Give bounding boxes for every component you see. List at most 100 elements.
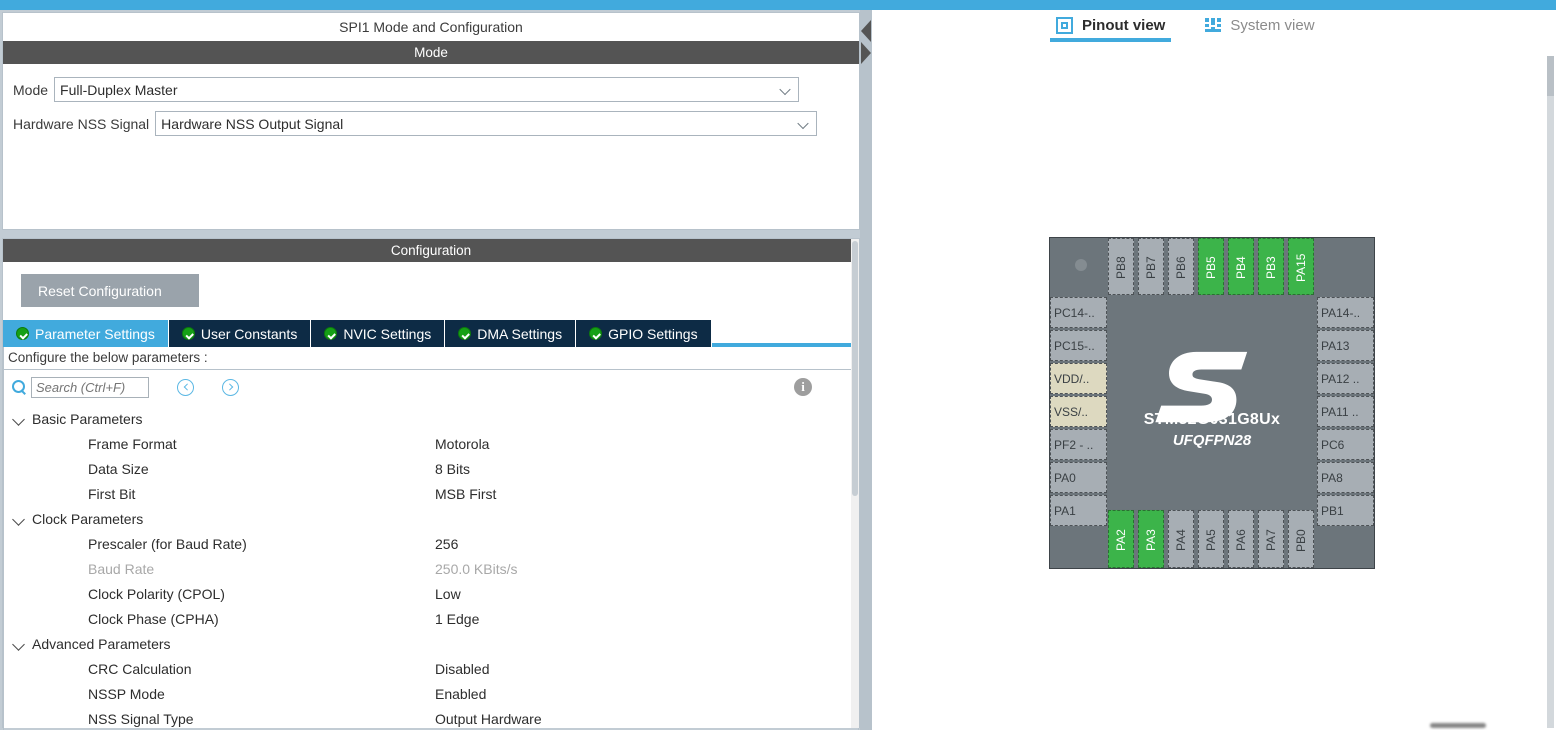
- tab-system-view[interactable]: System view: [1199, 13, 1320, 42]
- pin-pa2[interactable]: PA2: [1108, 510, 1134, 568]
- table-row: Baud Rate 250.0 KBits/s: [4, 556, 858, 581]
- check-circle-icon: [16, 327, 29, 340]
- table-row[interactable]: First Bit MSB First: [4, 481, 858, 506]
- parameter-name: First Bit: [88, 485, 136, 502]
- pin-pa11[interactable]: PA11 ..: [1317, 396, 1374, 427]
- pin-pc15[interactable]: PC15-..: [1050, 330, 1107, 361]
- parameter-list: Basic Parameters Frame Format Motorola D…: [3, 404, 859, 730]
- configuration-card: Configuration Reset Configuration Parame…: [2, 238, 860, 730]
- check-circle-icon: [181, 327, 195, 340]
- table-row[interactable]: Data Size 8 Bits: [4, 456, 858, 481]
- parameter-name: Prescaler (for Baud Rate): [88, 535, 247, 552]
- app-root: SPI1 Mode and Configuration Mode Mode Fu…: [0, 0, 1556, 730]
- tab-label: Parameter Settings: [35, 325, 155, 342]
- parameter-value: Disabled: [435, 660, 490, 677]
- parameter-search-row: i: [3, 370, 859, 404]
- parameter-value: Motorola: [435, 435, 490, 452]
- group-advanced-parameters[interactable]: Advanced Parameters: [4, 631, 858, 656]
- pin-pb8[interactable]: PB8: [1108, 238, 1134, 295]
- tab-label: NVIC Settings: [343, 325, 432, 342]
- pin1-dimple-icon: [1075, 259, 1087, 271]
- search-next-button[interactable]: [222, 378, 239, 396]
- table-row[interactable]: Prescaler (for Baud Rate) 256: [4, 531, 858, 556]
- pin-pb4[interactable]: PB4: [1228, 238, 1254, 295]
- tab-user-constants[interactable]: User Constants: [168, 320, 312, 347]
- parameter-value: MSB First: [435, 485, 497, 502]
- chevron-down-icon: [12, 412, 26, 426]
- tab-dma-settings[interactable]: DMA Settings: [445, 320, 577, 347]
- pin-pf2[interactable]: PF2 - ..: [1050, 429, 1107, 460]
- scrollbar-thumb[interactable]: [852, 241, 858, 496]
- mcu-package-diagram[interactable]: STM32G031G8Ux UFQFPN28 PB8 PB7 PB6 PB5 P…: [1049, 237, 1375, 569]
- tab-label: DMA Settings: [477, 325, 563, 342]
- table-row[interactable]: NSSP Mode Enabled: [4, 681, 858, 706]
- mcu-part-number: STM32G031G8Ux: [1143, 411, 1281, 428]
- left-panel-scrollbar[interactable]: [851, 239, 859, 728]
- tab-label: GPIO Settings: [608, 325, 698, 342]
- group-basic-parameters[interactable]: Basic Parameters: [4, 406, 858, 431]
- pin-pc14[interactable]: PC14-..: [1050, 297, 1107, 328]
- table-row[interactable]: NSS Signal Type Output Hardware: [4, 706, 858, 730]
- pin-vss[interactable]: VSS/..: [1050, 396, 1107, 427]
- pin-pa13[interactable]: PA13: [1317, 330, 1374, 361]
- table-row[interactable]: Clock Phase (CPHA) 1 Edge: [4, 606, 858, 631]
- pin-pb5[interactable]: PB5: [1198, 238, 1224, 295]
- tab-label: Pinout view: [1082, 17, 1166, 34]
- pin-pa7[interactable]: PA7: [1258, 510, 1284, 568]
- pin-vdd[interactable]: VDD/..: [1050, 363, 1107, 394]
- configure-hint: Configure the below parameters :: [3, 347, 859, 370]
- pin-pb6[interactable]: PB6: [1168, 238, 1194, 295]
- pin-pb1[interactable]: PB1: [1317, 495, 1374, 526]
- pin-pa15[interactable]: PA15: [1288, 238, 1314, 295]
- pin-pa5[interactable]: PA5: [1198, 510, 1224, 568]
- triangle-left-icon[interactable]: [861, 20, 871, 42]
- scrollbar-thumb[interactable]: [1547, 56, 1554, 96]
- triangle-right-icon[interactable]: [861, 42, 871, 64]
- info-icon[interactable]: i: [794, 378, 812, 396]
- pin-pb7[interactable]: PB7: [1138, 238, 1164, 295]
- check-circle-icon: [324, 327, 338, 340]
- pin-pa8[interactable]: PA8: [1317, 462, 1374, 493]
- search-input[interactable]: [31, 376, 149, 398]
- group-label: Clock Parameters: [32, 510, 144, 527]
- tab-nvic-settings[interactable]: NVIC Settings: [311, 320, 446, 347]
- reset-configuration-button[interactable]: Reset Configuration: [21, 274, 199, 307]
- group-clock-parameters[interactable]: Clock Parameters: [4, 506, 858, 531]
- pinout-panel: Pinout view System view STM32G031G8Ux UF…: [872, 10, 1556, 730]
- parameter-name: NSS Signal Type: [88, 710, 194, 727]
- pin-pa3[interactable]: PA3: [1138, 510, 1164, 568]
- tab-pinout-view[interactable]: Pinout view: [1050, 13, 1172, 42]
- pin-pa4[interactable]: PA4: [1168, 510, 1194, 568]
- pin-pa1[interactable]: PA1: [1050, 495, 1107, 526]
- mode-select[interactable]: Full-Duplex Master: [54, 77, 800, 102]
- hardware-nss-signal-select[interactable]: Hardware NSS Output Signal: [155, 111, 818, 136]
- system-grid-icon: [1205, 18, 1222, 33]
- table-row[interactable]: CRC Calculation Disabled: [4, 656, 858, 681]
- pin-pb3[interactable]: PB3: [1258, 238, 1284, 295]
- group-label: Advanced Parameters: [32, 635, 171, 652]
- pin-pb0[interactable]: PB0: [1288, 510, 1314, 568]
- pin-pa14[interactable]: PA14-..: [1317, 297, 1374, 328]
- pin-pc6[interactable]: PC6: [1317, 429, 1374, 460]
- parameter-value: 250.0 KBits/s: [435, 560, 518, 577]
- table-row[interactable]: Frame Format Motorola: [4, 431, 858, 456]
- reset-toolbar: Reset Configuration: [3, 262, 859, 307]
- settings-tabstrip: Parameter Settings User Constants NVIC S…: [3, 320, 859, 347]
- view-tabs: Pinout view System view: [1050, 13, 1321, 42]
- mcu-core: STM32G031G8Ux UFQFPN28: [1108, 295, 1316, 509]
- search-icon: [12, 379, 27, 395]
- mode-card: SPI1 Mode and Configuration Mode Mode Fu…: [2, 12, 860, 230]
- tab-gpio-settings[interactable]: GPIO Settings: [576, 320, 712, 347]
- check-circle-icon: [458, 327, 472, 340]
- configuration-section-header: Configuration: [3, 239, 859, 262]
- panel-splitter[interactable]: [860, 10, 872, 730]
- parameter-value: 8 Bits: [435, 460, 471, 477]
- pin-pa12[interactable]: PA12 ..: [1317, 363, 1374, 394]
- pinout-scrollbar[interactable]: [1547, 40, 1554, 730]
- table-row[interactable]: Clock Polarity (CPOL) Low: [4, 581, 858, 606]
- pin-pa0[interactable]: PA0: [1050, 462, 1107, 493]
- pin-pa6[interactable]: PA6: [1228, 510, 1254, 568]
- parameter-name: NSSP Mode: [88, 685, 165, 702]
- search-prev-button[interactable]: [177, 378, 194, 396]
- tab-parameter-settings[interactable]: Parameter Settings: [3, 320, 169, 347]
